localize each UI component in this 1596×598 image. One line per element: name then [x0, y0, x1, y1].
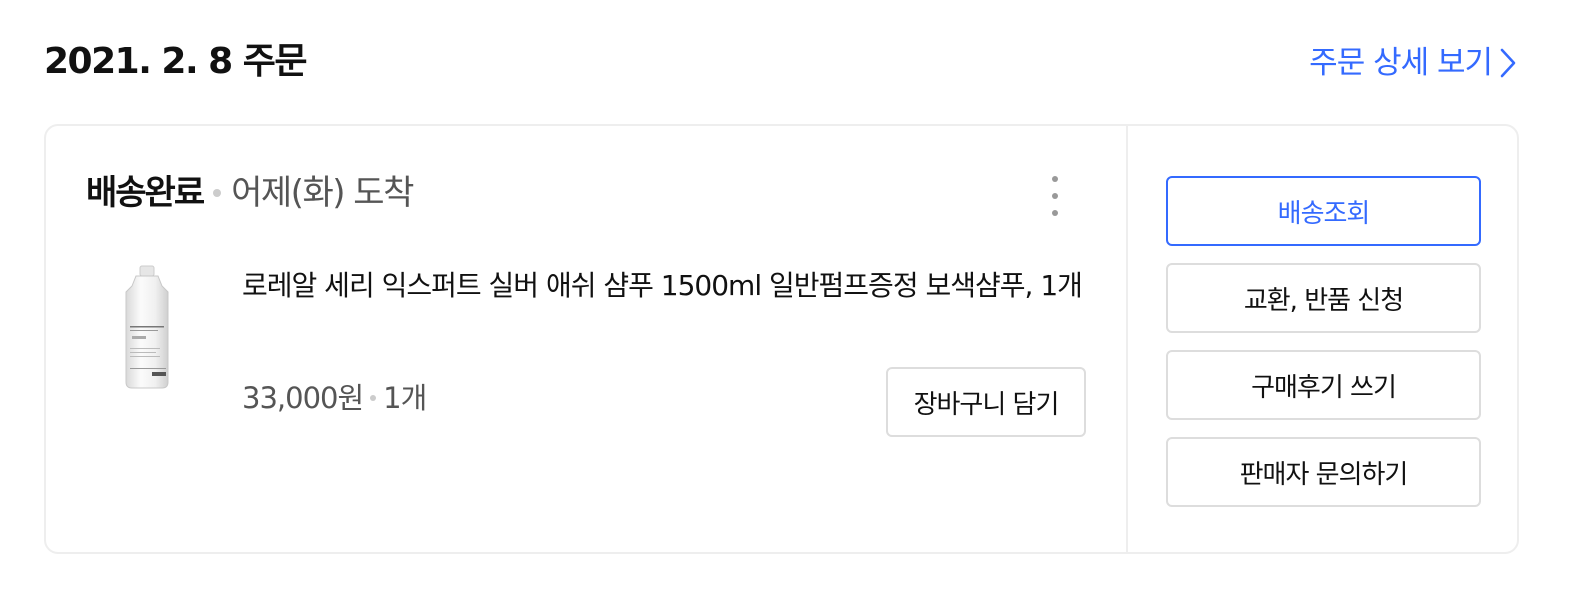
product-name[interactable]: 로레알 세리 익스퍼트 실버 애쉬 샴푸 1500ml 일반펌프증정 보색샴푸,…: [242, 262, 1083, 310]
product-quantity: 1개: [383, 381, 427, 415]
more-vertical-icon-dot: [1052, 210, 1058, 216]
more-vertical-icon-dot: [1052, 193, 1058, 199]
card-divider: [1126, 126, 1128, 552]
add-to-cart-button[interactable]: 장바구니 담기: [886, 367, 1086, 437]
arrival-date: 어제(화) 도착: [231, 173, 414, 213]
chevron-right-icon: [1500, 48, 1516, 78]
contact-seller-button[interactable]: 판매자 문의하기: [1166, 437, 1481, 507]
delivery-status: 배송완료: [86, 173, 205, 213]
separator-dot: [370, 395, 377, 401]
product-price: 33,000원: [242, 381, 364, 415]
track-delivery-button[interactable]: 배송조회: [1166, 176, 1481, 246]
order-date-title: 2021. 2. 8 주문: [44, 41, 307, 82]
more-options-button[interactable]: [1044, 176, 1066, 216]
product-image[interactable]: [110, 264, 190, 392]
exchange-return-button[interactable]: 교환, 반품 신청: [1166, 263, 1481, 333]
order-card: 배송완료 어제(화) 도착 로레알 세리 익스퍼트 실버 애쉬 샴푸 1500m…: [44, 124, 1519, 554]
shipment-status-line: 배송완료 어제(화) 도착: [86, 170, 414, 216]
separator-dot: [213, 189, 222, 197]
order-detail-link-label: 주문 상세 보기: [1309, 45, 1493, 81]
write-review-button[interactable]: 구매후기 쓰기: [1166, 350, 1481, 420]
order-detail-link[interactable]: 주문 상세 보기: [1309, 40, 1516, 86]
price-line: 33,000원 1개: [242, 376, 427, 420]
order-actions: 배송조회 교환, 반품 신청 구매후기 쓰기 판매자 문의하기: [1166, 176, 1481, 524]
more-vertical-icon-dot: [1052, 176, 1058, 182]
